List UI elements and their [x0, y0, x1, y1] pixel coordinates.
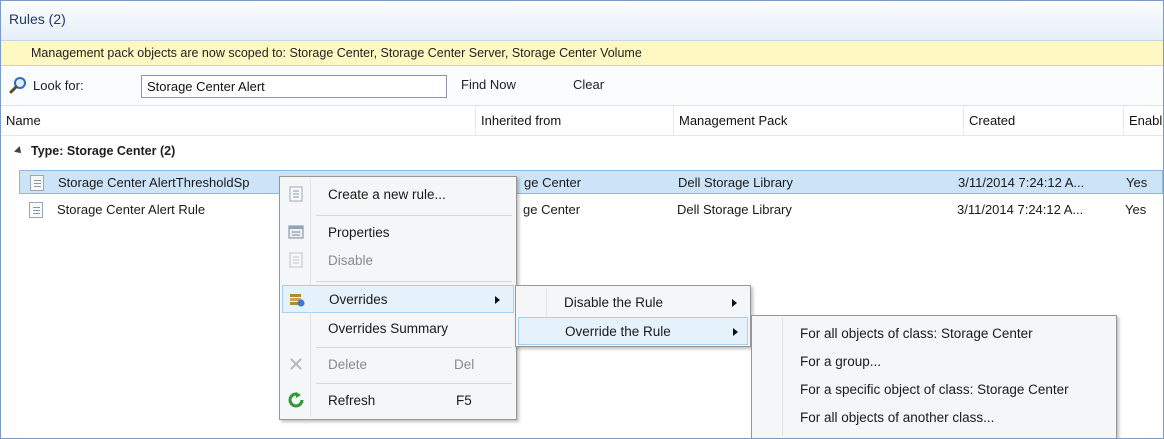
- look-for-label: Look for:: [33, 78, 84, 93]
- menu-item-label: Overrides: [329, 292, 388, 307]
- row-name: Storage Center Alert Rule: [57, 202, 206, 217]
- column-created[interactable]: Created: [963, 106, 1123, 136]
- column-management-pack[interactable]: Management Pack: [673, 106, 963, 136]
- menu-separator: [316, 383, 512, 384]
- rule-icon: [289, 252, 303, 268]
- menu-item-for-a-specific-object[interactable]: For a specific object of class: Storage …: [754, 376, 1114, 404]
- menu-separator: [316, 347, 512, 348]
- menu-item-disable[interactable]: Disable: [282, 247, 514, 275]
- overrides-icon: [290, 294, 305, 307]
- properties-icon: [288, 225, 304, 239]
- table-row[interactable]: Storage Center AlertThresholdSp ge Cente…: [19, 170, 1163, 194]
- group-header[interactable]: Type: Storage Center (2): [14, 144, 176, 158]
- menu-item-label: Delete: [328, 357, 368, 372]
- column-inherited-from[interactable]: Inherited from: [475, 106, 673, 136]
- menu-item-label: Disable: [328, 253, 374, 268]
- row-inherited-from: ge Center: [523, 202, 581, 217]
- menu-item-label: For a group...: [800, 354, 882, 369]
- override-the-rule-submenu: For all objects of class: Storage Center…: [751, 315, 1117, 438]
- row-enabled: Yes: [1125, 202, 1147, 217]
- row-name: Storage Center AlertThresholdSp: [58, 175, 250, 190]
- menu-separator: [316, 281, 512, 282]
- menu-item-refresh[interactable]: Refresh F5: [282, 387, 514, 415]
- menu-item-for-all-objects-of-another-class[interactable]: For all objects of another class...: [754, 404, 1114, 432]
- menu-item-label: For a specific object of class: Storage …: [800, 382, 1069, 397]
- menu-item-overrides[interactable]: Overrides: [282, 285, 514, 313]
- submenu-arrow-icon: [733, 328, 738, 336]
- search-bar: Look for: Find Now Clear: [1, 66, 1163, 106]
- refresh-shortcut: F5: [456, 393, 472, 408]
- column-name[interactable]: Name: [1, 106, 475, 136]
- menu-item-label: Properties: [328, 225, 390, 240]
- menu-item-disable-the-rule[interactable]: Disable the Rule: [518, 289, 748, 317]
- row-created: 3/11/2014 7:24:12 A...: [958, 175, 1085, 190]
- overrides-submenu: Disable the Rule Override the Rule: [515, 285, 751, 347]
- rule-icon: [289, 186, 303, 202]
- row-enabled: Yes: [1126, 175, 1148, 190]
- search-input[interactable]: [141, 75, 447, 98]
- column-header: Name Inherited from Management Pack Crea…: [1, 106, 1163, 136]
- menu-item-label: Refresh: [328, 393, 376, 408]
- delete-icon: [290, 358, 302, 370]
- menu-item-for-a-group[interactable]: For a group...: [754, 348, 1114, 376]
- pane-title-bar: Rules (2): [1, 1, 1163, 41]
- row-management-pack: Dell Storage Library: [677, 202, 792, 217]
- find-now-button[interactable]: Find Now: [461, 77, 516, 92]
- rules-pane: Rules (2) Management pack objects are no…: [0, 0, 1164, 439]
- menu-separator: [316, 215, 512, 216]
- menu-item-label: Disable the Rule: [564, 295, 664, 310]
- column-enabled[interactable]: Enabl: [1123, 106, 1163, 136]
- clear-button[interactable]: Clear: [573, 77, 604, 92]
- menu-item-label: Create a new rule...: [328, 187, 446, 202]
- menu-item-properties[interactable]: Properties: [282, 219, 514, 247]
- delete-shortcut: Del: [454, 357, 475, 372]
- group-label: Type: Storage Center (2): [31, 144, 176, 158]
- menu-item-label: For all objects of class: Storage Center: [800, 326, 1033, 341]
- rule-icon: [30, 175, 44, 191]
- collapse-arrow-icon[interactable]: [14, 146, 24, 156]
- table-row[interactable]: Storage Center Alert Rule ge Center Dell…: [19, 198, 1163, 222]
- menu-item-for-all-objects-of-class[interactable]: For all objects of class: Storage Center: [754, 320, 1114, 348]
- rule-icon: [29, 202, 43, 218]
- menu-item-override-the-rule[interactable]: Override the Rule: [518, 317, 748, 345]
- menu-item-delete[interactable]: Delete Del: [282, 351, 514, 379]
- context-menu: Create a new rule... Properties Disable …: [279, 176, 517, 420]
- row-created: 3/11/2014 7:24:12 A...: [957, 202, 1084, 217]
- scope-info-bar: Management pack objects are now scoped t…: [1, 41, 1163, 66]
- submenu-arrow-icon: [495, 296, 500, 304]
- scope-message: Management pack objects are now scoped t…: [31, 46, 642, 60]
- search-icon: [9, 77, 26, 94]
- refresh-icon: [288, 392, 304, 408]
- menu-item-label: Override the Rule: [565, 324, 671, 339]
- menu-item-overrides-summary[interactable]: Overrides Summary: [282, 315, 514, 343]
- menu-item-label: For all objects of another class...: [800, 410, 995, 425]
- row-management-pack: Dell Storage Library: [678, 175, 793, 190]
- menu-item-label: Overrides Summary: [328, 321, 449, 336]
- menu-item-create-rule[interactable]: Create a new rule...: [282, 181, 514, 209]
- pane-title: Rules (2): [9, 11, 66, 27]
- row-inherited-from: ge Center: [524, 175, 582, 190]
- submenu-arrow-icon: [732, 299, 737, 307]
